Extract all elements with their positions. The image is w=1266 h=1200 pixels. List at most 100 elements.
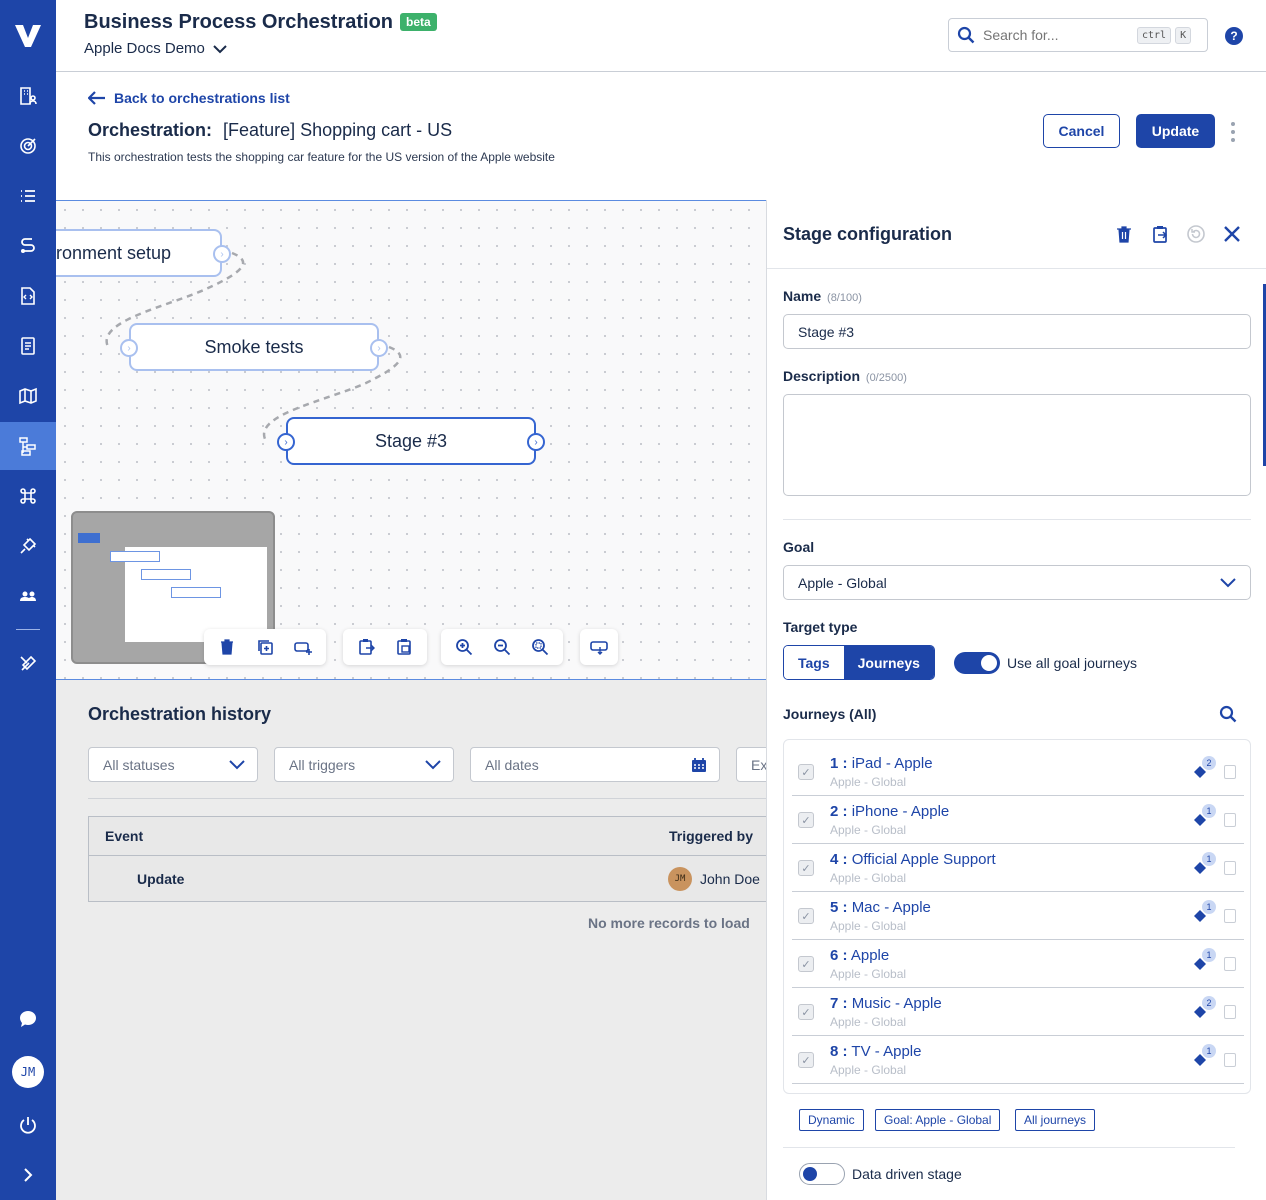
document-icon[interactable] <box>1224 1053 1236 1067</box>
data-driven-toggle[interactable] <box>799 1163 845 1185</box>
step-count-badge: 2 <box>1202 756 1216 770</box>
orchestration-canvas[interactable]: ronment setup › › Smoke tests › › Stage … <box>56 200 766 680</box>
list-item[interactable]: ✓ 6 : Apple Apple - Global 1 <box>792 940 1244 988</box>
target-tags-option[interactable]: Tags <box>784 646 844 679</box>
output-port-icon[interactable]: › <box>527 433 545 451</box>
zoom-fit-button[interactable] <box>521 629 559 665</box>
list-item[interactable]: ✓ 4 : Official Apple Support Apple - Glo… <box>792 844 1244 892</box>
sidebar-item-chat[interactable] <box>0 995 56 1043</box>
reset-icon[interactable] <box>1186 224 1206 244</box>
date-filter-value: All dates <box>485 756 539 773</box>
duplicate-stage-button[interactable] <box>246 629 284 665</box>
sidebar-item-goals[interactable] <box>0 122 56 170</box>
sidebar-item-accounts[interactable] <box>0 72 56 120</box>
document-icon[interactable] <box>1224 1005 1236 1019</box>
cancel-button[interactable]: Cancel <box>1043 114 1120 148</box>
goal-select[interactable]: Apple - Global <box>783 565 1251 600</box>
trash-icon[interactable] <box>1114 224 1134 244</box>
zoom-out-button[interactable] <box>483 629 521 665</box>
tag-goal: Goal: Apple - Global <box>875 1109 1001 1131</box>
chevron-down-icon <box>1220 577 1236 587</box>
orchestration-title: Orchestration: [Feature] Shopping cart -… <box>88 120 452 141</box>
stage-node-smoke-tests[interactable]: › Smoke tests › <box>120 323 388 371</box>
date-filter[interactable]: All dates <box>470 747 720 782</box>
user-avatar[interactable]: JM <box>12 1056 44 1088</box>
close-icon[interactable] <box>1222 224 1242 244</box>
stage-node-label: Smoke tests <box>204 336 304 357</box>
list-item[interactable]: ✓ 7 : Music - Apple Apple - Global 2 <box>792 988 1244 1036</box>
copy-icon[interactable] <box>1150 224 1170 244</box>
search-input[interactable] <box>983 27 1133 43</box>
sidebar-item-users[interactable] <box>0 572 56 620</box>
search-icon <box>957 26 975 44</box>
list-item[interactable]: ✓ 1 : iPad - Apple Apple - Global 2 <box>792 748 1244 796</box>
input-port-icon[interactable]: › <box>120 339 138 357</box>
output-port-icon[interactable]: › <box>213 245 231 263</box>
journey-checkbox[interactable]: ✓ <box>798 860 814 876</box>
document-icon[interactable] <box>1224 957 1236 971</box>
table-row-event[interactable]: Update <box>137 855 184 903</box>
journey-name[interactable]: 8 : TV - Apple <box>830 1043 921 1060</box>
goal-select-value: Apple - Global <box>798 574 887 591</box>
search-icon[interactable] <box>1219 705 1237 723</box>
logo[interactable] <box>0 12 56 60</box>
output-port-icon[interactable]: › <box>370 339 388 357</box>
journey-checkbox[interactable]: ✓ <box>798 812 814 828</box>
trigger-filter[interactable]: All triggers <box>274 747 454 782</box>
copy-stage-button[interactable] <box>347 629 385 665</box>
journey-name[interactable]: 6 : Apple <box>830 947 889 964</box>
panel-bottom-divider <box>783 1147 1235 1148</box>
journey-name[interactable]: 7 : Music - Apple <box>830 995 942 1012</box>
journey-checkbox[interactable]: ✓ <box>798 1004 814 1020</box>
add-stage-button[interactable] <box>284 629 322 665</box>
building-user-icon <box>20 87 37 105</box>
journey-checkbox[interactable]: ✓ <box>798 1052 814 1068</box>
document-icon[interactable] <box>1224 861 1236 875</box>
stage-node-stage-3[interactable]: › Stage #3 › <box>277 417 545 465</box>
input-port-icon[interactable]: › <box>277 433 295 451</box>
journey-name[interactable]: 4 : Official Apple Support <box>830 851 996 868</box>
tag-dynamic: Dynamic <box>799 1109 864 1131</box>
more-options-icon[interactable] <box>1227 120 1239 144</box>
use-all-journeys-toggle[interactable] <box>954 652 1000 674</box>
target-journeys-option[interactable]: Journeys <box>843 646 934 679</box>
description-field[interactable] <box>783 394 1251 496</box>
list-item[interactable]: ✓ 8 : TV - Apple Apple - Global 1 <box>792 1036 1244 1084</box>
panel-actions <box>1114 224 1242 244</box>
journey-checkbox[interactable]: ✓ <box>798 764 814 780</box>
sidebar-item-lists[interactable] <box>0 172 56 220</box>
journey-name[interactable]: 5 : Mac - Apple <box>830 899 931 916</box>
sidebar-item-integrations[interactable] <box>0 522 56 570</box>
journey-checkbox[interactable]: ✓ <box>798 956 814 972</box>
sidebar-item-scripts[interactable] <box>0 272 56 320</box>
delete-stage-button[interactable] <box>208 629 246 665</box>
sidebar-item-orchestration[interactable] <box>0 422 56 470</box>
auto-layout-button[interactable] <box>584 629 614 665</box>
sidebar-expand[interactable] <box>0 1151 56 1199</box>
paste-stage-button[interactable] <box>385 629 423 665</box>
workspace-selector[interactable]: Apple Docs Demo <box>84 40 227 57</box>
sidebar-item-journeys[interactable] <box>0 222 56 270</box>
journey-name[interactable]: 2 : iPhone - Apple <box>830 803 949 820</box>
sidebar-item-reports[interactable] <box>0 322 56 370</box>
sidebar-item-commands[interactable] <box>0 472 56 520</box>
back-link[interactable]: Back to orchestrations list <box>88 90 290 106</box>
document-icon[interactable] <box>1224 765 1236 779</box>
journey-name[interactable]: 1 : iPad - Apple <box>830 755 933 772</box>
list-item[interactable]: ✓ 5 : Mac - Apple Apple - Global 1 <box>792 892 1244 940</box>
global-search[interactable]: ctrl K <box>948 18 1208 52</box>
stage-node-environment-setup[interactable]: ronment setup › <box>56 229 231 277</box>
document-icon[interactable] <box>1224 909 1236 923</box>
document-icon[interactable] <box>1224 813 1236 827</box>
journey-checkbox[interactable]: ✓ <box>798 908 814 924</box>
list-item[interactable]: ✓ 2 : iPhone - Apple Apple - Global 1 <box>792 796 1244 844</box>
sidebar-item-maps[interactable] <box>0 372 56 420</box>
name-field[interactable]: Stage #3 <box>783 314 1251 349</box>
avatar: JM <box>668 867 692 891</box>
sidebar-item-logout[interactable] <box>0 1101 56 1149</box>
zoom-in-button[interactable] <box>445 629 483 665</box>
help-icon[interactable]: ? <box>1225 27 1243 45</box>
update-button[interactable]: Update <box>1136 114 1215 148</box>
sidebar-item-settings[interactable] <box>0 640 56 688</box>
status-filter[interactable]: All statuses <box>88 747 258 782</box>
